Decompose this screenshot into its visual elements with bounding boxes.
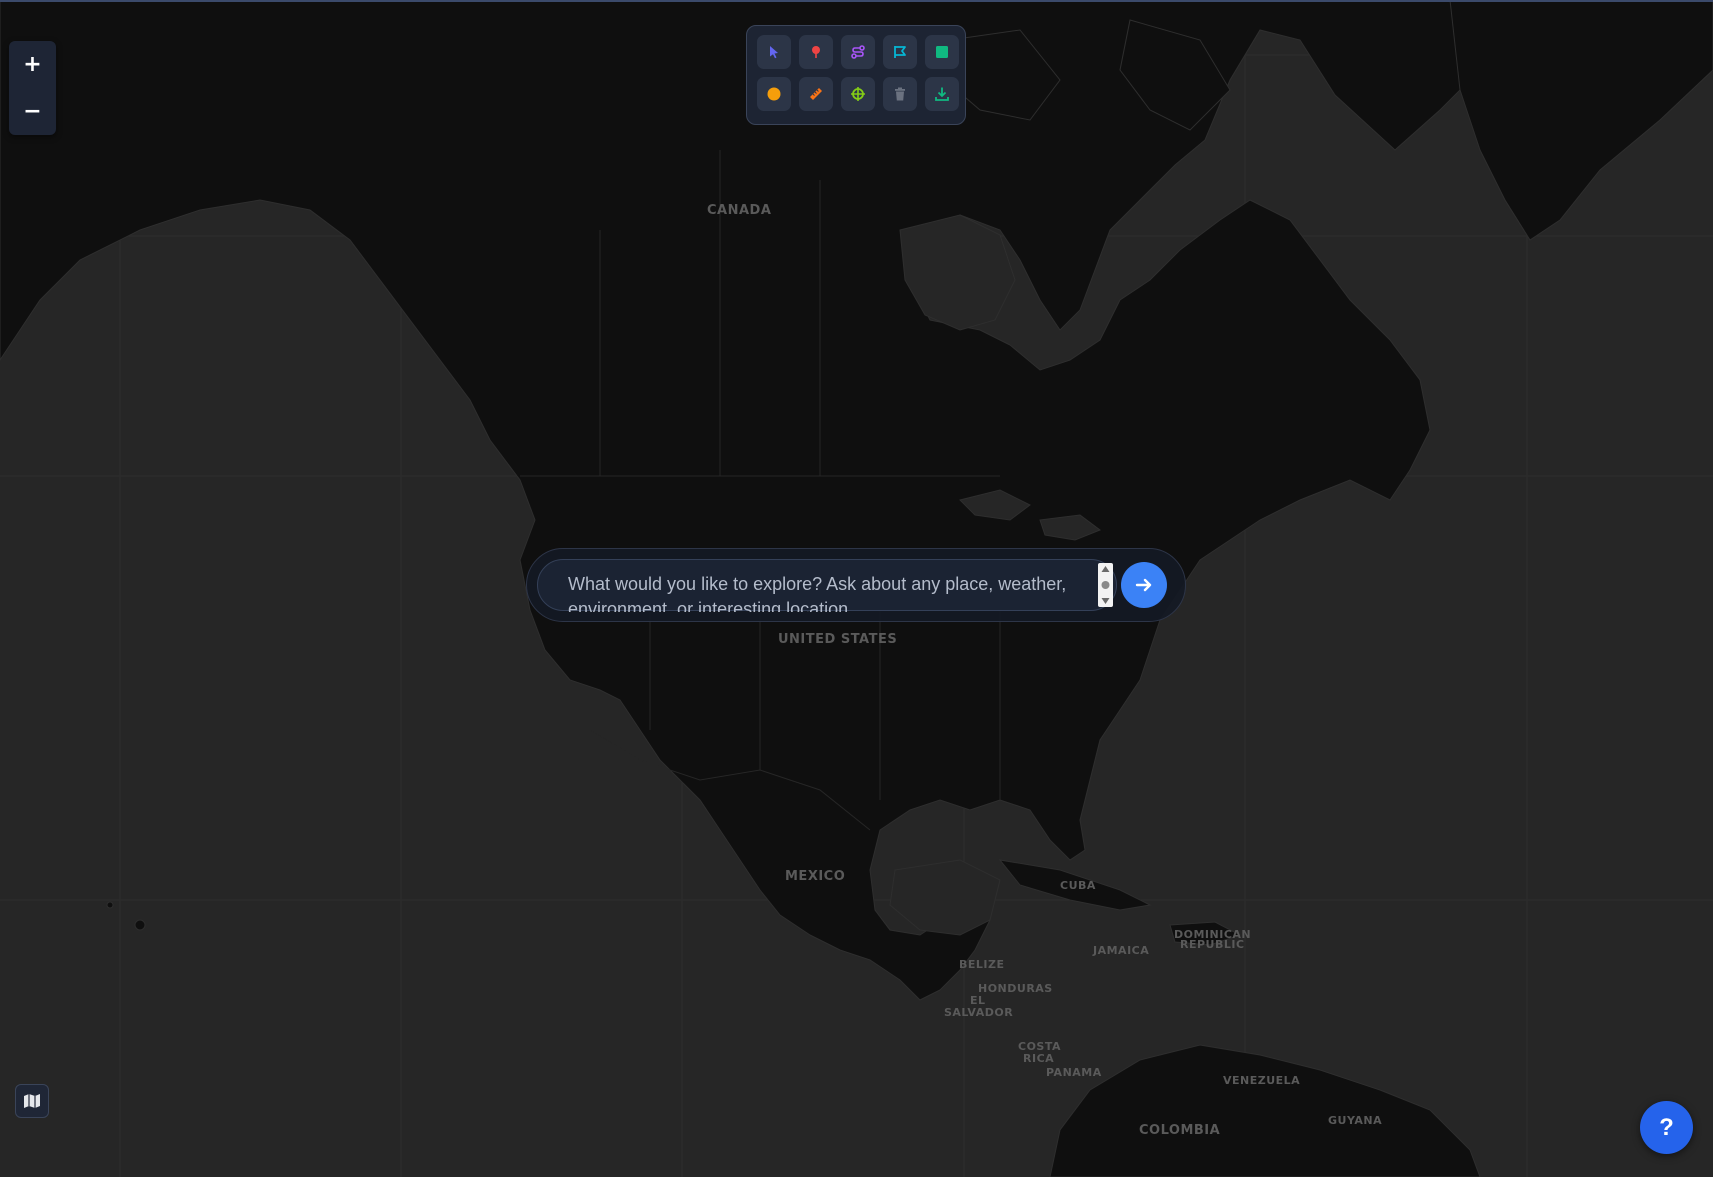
zoom-out-button[interactable]: − <box>9 88 56 135</box>
select-tool-button[interactable] <box>757 35 791 69</box>
map-label-salvador: SALVADOR <box>944 1006 1014 1019</box>
circle-icon <box>767 87 781 101</box>
map-label-belize: BELIZE <box>959 958 1005 971</box>
arrow-right-icon <box>1135 578 1152 592</box>
search-scrollbar[interactable] <box>1098 563 1113 607</box>
map-label-guyana: GUYANA <box>1328 1114 1383 1127</box>
zoom-control: + − <box>9 41 56 135</box>
route-icon <box>851 45 865 59</box>
zoom-in-button[interactable]: + <box>9 41 56 88</box>
map-label-mexico: MEXICO <box>785 869 846 884</box>
drawing-toolbar <box>746 25 966 125</box>
search-bar <box>526 548 1186 622</box>
square-icon <box>936 46 948 58</box>
map-label-panama: PANAMA <box>1046 1066 1102 1079</box>
trash-icon <box>895 87 905 101</box>
polygon-tool-button[interactable] <box>883 35 917 69</box>
delete-tool-button[interactable] <box>883 77 917 111</box>
map-label-jamaica: JAMAICA <box>1093 944 1150 957</box>
map-icon <box>24 1094 40 1108</box>
help-button[interactable]: ? <box>1640 1101 1693 1154</box>
search-field-container <box>537 559 1117 612</box>
polygon-flag-icon <box>894 46 906 58</box>
map-label-united-states: UNITED STATES <box>778 632 898 647</box>
top-accent-line <box>0 0 1713 2</box>
map-label-colombia: COLOMBIA <box>1139 1123 1221 1138</box>
send-button[interactable] <box>1121 562 1167 608</box>
map-label-republic: REPUBLIC <box>1180 938 1245 951</box>
route-tool-button[interactable] <box>841 35 875 69</box>
map-label-rica: RICA <box>1023 1052 1055 1065</box>
cursor-icon <box>770 46 778 59</box>
map-label-honduras: HONDURAS <box>978 982 1053 995</box>
rectangle-tool-button[interactable] <box>925 35 959 69</box>
map-label-canada: CANADA <box>707 203 772 218</box>
map-layers-button[interactable] <box>15 1084 49 1118</box>
locate-tool-button[interactable] <box>841 77 875 111</box>
crosshair-icon <box>851 87 865 101</box>
map-label-venezuela: VENEZUELA <box>1223 1074 1301 1087</box>
export-tool-button[interactable] <box>925 77 959 111</box>
scrollbar-arrows-icon <box>1101 566 1110 604</box>
measure-tool-button[interactable] <box>799 77 833 111</box>
marker-tool-button[interactable] <box>799 35 833 69</box>
map-label-cuba: CUBA <box>1060 879 1096 892</box>
map-pin-icon <box>812 46 820 58</box>
search-input[interactable] <box>568 572 1108 612</box>
circle-tool-button[interactable] <box>757 77 791 111</box>
ruler-icon <box>810 88 822 100</box>
download-icon <box>935 87 949 101</box>
